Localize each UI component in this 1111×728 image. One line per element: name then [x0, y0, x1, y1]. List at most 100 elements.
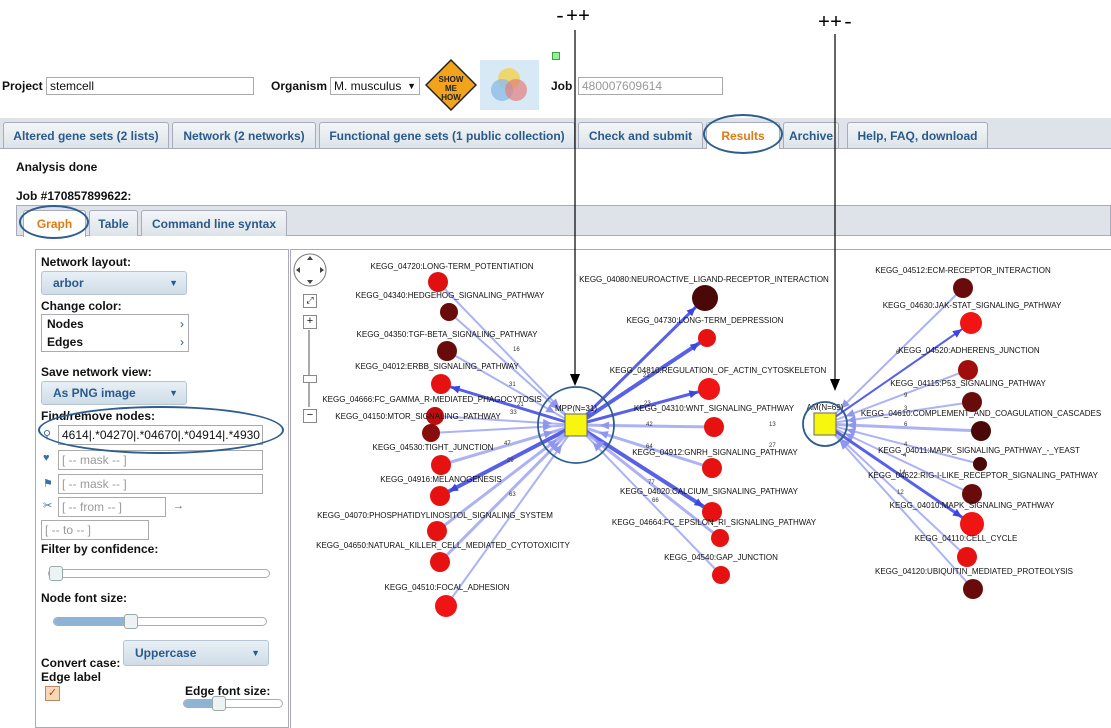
graph-highlight-ring: [19, 205, 89, 239]
node-circle[interactable]: [711, 529, 729, 547]
case-select[interactable]: Uppercase ▼: [123, 640, 269, 666]
node-circle[interactable]: [960, 512, 984, 536]
case-label: Convert case:: [41, 656, 121, 670]
edge-font-slider-handle[interactable]: [212, 696, 226, 711]
node-label: KEGG_04340:HEDGEHOG_SIGNALING_PATHWAY: [356, 291, 545, 300]
job-label: Job: [551, 79, 573, 93]
layout-label: Network layout:: [41, 255, 132, 269]
job-heading: Job #170857899622:: [16, 189, 132, 203]
font-size-slider[interactable]: [53, 614, 267, 629]
annotation-left: -++: [554, 6, 591, 29]
tab-altered-gene-sets[interactable]: Altered gene sets (2 lists): [3, 122, 169, 148]
network-edge: [575, 423, 715, 429]
node-circle[interactable]: [440, 303, 458, 321]
color-nodes-item[interactable]: Nodes ›: [42, 315, 188, 333]
node-circle[interactable]: [431, 455, 451, 475]
tab-functional-gene-sets[interactable]: Functional gene sets (1 public collectio…: [319, 122, 575, 148]
edge-arrowhead: [845, 409, 856, 417]
color-list: Nodes › Edges ›: [41, 314, 189, 352]
node-label: KEGG_04664:FC_EPSILON_RI_SIGNALING_PATHW…: [612, 518, 817, 527]
layout-select[interactable]: arbor ▼: [41, 271, 187, 295]
network-graph[interactable]: 1631213347296321234264776613276936441412…: [291, 250, 1111, 728]
svg-text:ME: ME: [445, 84, 458, 93]
node-circle[interactable]: [422, 424, 440, 442]
heart-icon: ♥: [43, 452, 50, 464]
edge-arrowhead: [450, 385, 461, 394]
node-circle[interactable]: [692, 285, 718, 311]
font-size-slider-fill: [54, 618, 131, 625]
node-circle[interactable]: [430, 552, 450, 572]
node-label: KEGG_04080:NEUROACTIVE_LIGAND-RECEPTOR_I…: [579, 275, 829, 284]
edge-font-slider[interactable]: [183, 696, 283, 711]
confidence-slider[interactable]: [48, 566, 270, 581]
color-edges-item[interactable]: Edges ›: [42, 333, 188, 351]
node-circle[interactable]: [435, 595, 457, 617]
edge-label-checkbox[interactable]: ✓: [45, 686, 60, 701]
job-value: 480007609614: [582, 79, 663, 93]
font-size-slider-handle[interactable]: [124, 614, 139, 629]
from-input[interactable]: [ -- from -- ]: [58, 497, 166, 517]
node-circle[interactable]: [958, 360, 978, 380]
project-input[interactable]: stemcell: [46, 77, 254, 95]
node-label: KEGG_04510:FOCAL_ADHESION: [385, 583, 510, 592]
show-me-how-icon[interactable]: SHOW ME HOW: [425, 59, 477, 111]
node-circle[interactable]: [957, 547, 977, 567]
hub-node[interactable]: [564, 413, 588, 437]
status-dot-icon: [552, 52, 560, 60]
node-circle[interactable]: [431, 374, 451, 394]
confidence-label: Filter by confidence:: [41, 542, 159, 556]
node-circle[interactable]: [430, 486, 450, 506]
node-circle[interactable]: [963, 579, 983, 599]
chevron-right-icon: ›: [180, 317, 184, 331]
node-circle[interactable]: [712, 566, 730, 584]
node-circle[interactable]: [698, 378, 720, 400]
node-circle[interactable]: [698, 329, 716, 347]
case-value: Uppercase: [135, 646, 197, 660]
tab-network[interactable]: Network (2 networks): [172, 122, 316, 148]
node-circle[interactable]: [960, 312, 982, 334]
node-circle[interactable]: [437, 341, 457, 361]
to-input[interactable]: [ -- to -- ]: [41, 520, 149, 540]
node-circle[interactable]: [428, 272, 448, 292]
node-label: KEGG_04720:LONG-TERM_POTENTIATION: [370, 262, 533, 271]
node-label: KEGG_04810:REGULATION_OF_ACTIN_CYTOSKELE…: [610, 366, 827, 375]
node-circle[interactable]: [973, 457, 987, 471]
edge-arrowhead: [598, 431, 609, 439]
confidence-slider-handle[interactable]: [49, 566, 63, 581]
tab-help[interactable]: Help, FAQ, download: [847, 122, 988, 148]
tab-command-line[interactable]: Command line syntax: [141, 210, 287, 236]
node-circle[interactable]: [971, 421, 991, 441]
status-text: Analysis done: [16, 160, 98, 174]
node-label: KEGG_04350:TGF-BETA_SIGNALING_PATHWAY: [357, 330, 539, 339]
results-highlight-ring: [703, 114, 783, 154]
node-label: KEGG_04630:JAK-STAT_SIGNALING_PATHWAY: [883, 301, 1062, 310]
mask-input-2[interactable]: [ -- mask -- ]: [58, 474, 263, 494]
color-edges-label: Edges: [47, 335, 84, 349]
organism-select[interactable]: M. musculus ▼: [330, 77, 420, 95]
node-circle[interactable]: [704, 417, 724, 437]
save-select[interactable]: As PNG image ▼: [41, 381, 187, 405]
node-circle[interactable]: [953, 278, 973, 298]
mask-placeholder-2: [ -- mask -- ]: [62, 477, 127, 491]
job-input[interactable]: 480007609614: [578, 77, 723, 95]
save-label: Save network view:: [41, 365, 152, 379]
filter-icon: ⚑: [43, 478, 53, 490]
node-label: KEGG_04020:CALCIUM_SIGNALING_PATHWAY: [620, 487, 799, 496]
caret-down-icon: ▼: [251, 648, 260, 658]
organism-value: M. musculus: [334, 79, 402, 93]
tab-check-and-submit[interactable]: Check and submit: [578, 122, 703, 148]
tab-archive[interactable]: Archive: [783, 122, 839, 148]
edge-font-label: Edge font size:: [185, 684, 271, 698]
edge-label: 12: [897, 490, 904, 496]
tab-table[interactable]: Table: [89, 210, 138, 236]
project-label: Project: [2, 79, 43, 93]
scissors-icon: ✂: [43, 500, 53, 512]
hub-node[interactable]: [813, 412, 837, 436]
node-label: KEGG_04666:FC_GAMMA_R-MEDIATED_PHAGOCYTO…: [322, 395, 541, 404]
organism-label: Organism: [271, 79, 328, 93]
edge-arrowhead: [599, 421, 610, 430]
node-circle[interactable]: [427, 521, 447, 541]
control-panel: Network layout: arbor ▼ Change color: Nod…: [35, 249, 289, 728]
node-label: KEGG_04520:ADHERENS_JUNCTION: [898, 346, 1040, 355]
node-circle[interactable]: [702, 458, 722, 478]
